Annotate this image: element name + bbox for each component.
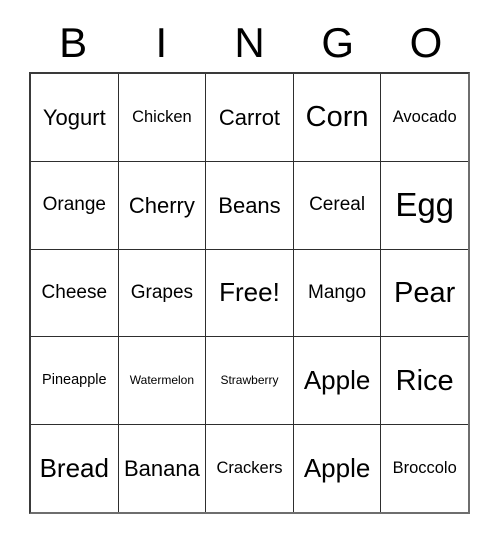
header-letter-g: G [321, 19, 355, 66]
bingo-cell-label: Pear [394, 276, 456, 309]
bingo-cell[interactable]: Strawberry [205, 337, 293, 425]
bingo-cell-label: Yogurt [42, 104, 106, 130]
bingo-cell[interactable]: Cheese [31, 249, 118, 337]
header-letter-b: B [59, 19, 88, 66]
bingo-cell-label: Crackers [216, 458, 283, 477]
bingo-cell-label: Broccolo [392, 458, 457, 477]
bingo-cell-label: Pineapple [42, 372, 107, 389]
bingo-cell[interactable]: Grapes [117, 249, 206, 337]
bingo-cell-label: Banana [123, 456, 200, 482]
bingo-cell-label: Watermelon [129, 373, 195, 388]
bingo-cell-label: Apple [303, 452, 371, 483]
bingo-cell[interactable]: Orange [31, 161, 118, 249]
bingo-cell[interactable]: Banana [117, 425, 206, 512]
bingo-cell[interactable]: Rice [380, 337, 468, 425]
bingo-cell[interactable]: Mango [292, 249, 381, 337]
bingo-cell[interactable]: Watermelon [117, 337, 206, 425]
bingo-cell[interactable]: Crackers [205, 425, 293, 512]
bingo-cell[interactable]: Bread [31, 425, 118, 512]
bingo-cell-label: Apple [303, 365, 371, 396]
bingo-row: Yogurt Chicken Carrot Corn Avocado [31, 74, 468, 161]
bingo-cell-label: Orange [42, 194, 106, 216]
bingo-cell[interactable]: Avocado [380, 74, 468, 161]
bingo-cell[interactable]: Egg [380, 161, 468, 249]
bingo-cell-label: Corn [305, 101, 369, 134]
bingo-cell[interactable]: Cereal [292, 161, 381, 249]
bingo-cell-label: Mango [308, 282, 367, 304]
bingo-cell-label: Cherry [128, 192, 195, 218]
bingo-cell-label: Rice [395, 364, 454, 397]
bingo-card: B I N G O Yogurt Chicken Carrot Corn Avo… [0, 0, 500, 544]
bingo-cell[interactable]: Apple [292, 425, 381, 512]
bingo-cell-label: Beans [218, 192, 281, 218]
bingo-free-space-label: Free! [219, 277, 280, 308]
header-letter-o: O [409, 19, 443, 66]
bingo-cell-label: Cereal [309, 194, 366, 216]
bingo-cell[interactable]: Cherry [117, 161, 206, 249]
bingo-cell-label: Chicken [132, 107, 192, 126]
bingo-cell[interactable]: Carrot [205, 74, 293, 161]
bingo-cell[interactable]: Corn [292, 74, 381, 161]
bingo-cell-label: Grapes [130, 282, 194, 304]
bingo-row: Pineapple Watermelon Strawberry Apple Ri… [31, 336, 468, 425]
bingo-row: Cheese Grapes Free! Mango Pear [31, 248, 468, 337]
bingo-cell[interactable]: Yogurt [31, 74, 118, 161]
bingo-cell-label: Strawberry [220, 373, 279, 388]
bingo-cell-label: Bread [39, 452, 109, 483]
bingo-grid: Yogurt Chicken Carrot Corn Avocado Orang… [29, 72, 470, 514]
bingo-cell[interactable]: Pear [380, 249, 468, 337]
bingo-cell-label: Egg [395, 185, 455, 223]
bingo-cell[interactable]: Chicken [117, 74, 206, 161]
header-letter-i: I [155, 19, 168, 66]
bingo-header: B I N G O [29, 14, 470, 72]
bingo-row: Bread Banana Crackers Apple Broccolo [31, 424, 468, 512]
bingo-cell-label: Carrot [218, 104, 281, 130]
bingo-cell-label: Cheese [41, 282, 108, 304]
bingo-cell[interactable]: Broccolo [380, 425, 468, 512]
bingo-cell-label: Avocado [392, 107, 457, 126]
bingo-row: Orange Cherry Beans Cereal Egg [31, 160, 468, 249]
bingo-cell[interactable]: Apple [292, 337, 381, 425]
bingo-cell[interactable]: Pineapple [31, 337, 118, 425]
header-letter-n: N [234, 19, 265, 66]
bingo-free-space-cell[interactable]: Free! [205, 249, 293, 337]
bingo-cell[interactable]: Beans [205, 161, 293, 249]
